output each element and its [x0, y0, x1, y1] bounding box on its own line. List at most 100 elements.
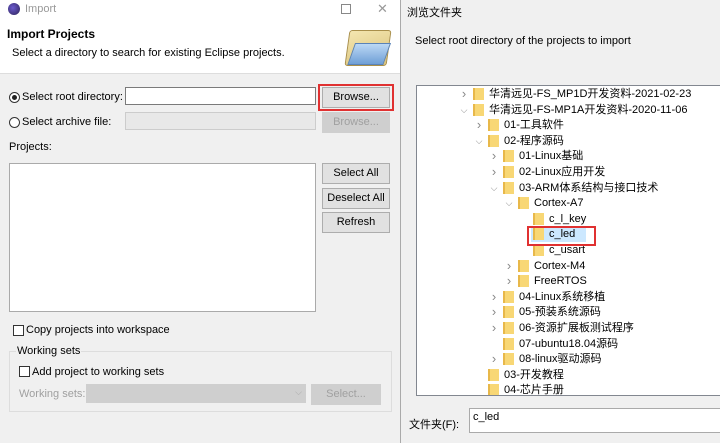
folder-icon [503, 150, 514, 163]
folder-icon [488, 384, 499, 395]
import-dialog: Import ✕ Import Projects Select a direct… [0, 0, 401, 443]
tree-item[interactable]: › Cortex-M4 [417, 258, 720, 274]
wizard-header: Import Projects Select a directory to se… [0, 18, 400, 74]
instruction-text: Select root directory of the projects to… [415, 35, 631, 47]
chevron-right-icon[interactable]: › [489, 320, 499, 336]
root-directory-label: Select root directory: [22, 91, 123, 103]
window-title: Import [25, 3, 57, 15]
tree-item-label: FreeRTOS [534, 275, 587, 288]
eclipse-icon [8, 3, 20, 15]
folder-icon [503, 322, 514, 334]
tree-item-label: 03-开发教程 [504, 368, 564, 381]
dialog-title: 浏览文件夹 [407, 7, 462, 19]
working-sets-group-label: Working sets [16, 345, 82, 357]
chevron-down-icon[interactable]: ⌵ [459, 102, 469, 118]
folder-icon [488, 134, 499, 147]
chevron-right-icon[interactable]: › [459, 86, 469, 102]
folder-icon [518, 259, 529, 272]
folder-icon [518, 197, 529, 210]
chevron-right-icon[interactable]: › [474, 117, 484, 133]
root-directory-input[interactable] [125, 87, 316, 105]
archive-file-label: Select archive file: [22, 116, 112, 128]
chevron-right-icon[interactable]: › [504, 258, 514, 274]
tree-item-label: 05-预装系统源码 [519, 306, 601, 319]
chevron-right-icon[interactable]: › [489, 164, 499, 180]
page-description: Select a directory to search for existin… [12, 47, 285, 59]
page-title: Import Projects [7, 27, 96, 41]
tree-item-label: 01-工具软件 [504, 119, 564, 132]
folder-input[interactable] [469, 408, 720, 433]
folder-icon [473, 103, 484, 116]
chevron-down-icon: ⌵ [295, 387, 302, 397]
tree-item[interactable]: ⌵ Cortex-A7 [417, 195, 720, 211]
tree-item[interactable]: › 01-工具软件 [417, 117, 720, 133]
tree-item-label: 02-Linux应用开发 [519, 166, 606, 178]
archive-file-radio[interactable] [9, 117, 20, 128]
tree-item-label: 04-Linux系统移植 [519, 290, 606, 303]
tree-item[interactable]: › 01-Linux基础 [417, 148, 720, 164]
chevron-down-icon[interactable]: ⌵ [504, 195, 514, 211]
tree-item-label: 02-程序源码 [504, 134, 564, 147]
copy-projects-label: Copy projects into workspace [26, 324, 170, 336]
add-working-sets-checkbox[interactable] [19, 366, 30, 377]
tree-item[interactable]: › FreeRTOS [417, 273, 720, 289]
folder-label: 文件夹(F): [409, 419, 460, 431]
tree-item-label: 华清远见-FS-MP1A开发资料-2020-11-06 [489, 103, 688, 116]
title-bar: Import ✕ [0, 0, 400, 18]
tree-item-label: 01-Linux基础 [519, 150, 584, 163]
maximize-button[interactable] [341, 4, 351, 14]
tree-item[interactable]: › 04-Linux系统移植 [417, 289, 720, 305]
tree-item[interactable]: ⌵ 03-ARM体系结构与接口技术 [417, 180, 720, 196]
tree-item[interactable]: › 08-linux驱动源码 [417, 351, 720, 367]
close-icon[interactable]: ✕ [377, 1, 388, 17]
deselect-all-button[interactable]: Deselect All [322, 188, 390, 209]
tree-item[interactable]: › 02-Linux应用开发 [417, 164, 720, 180]
chevron-right-icon[interactable]: › [489, 304, 499, 320]
folder-icon [503, 181, 514, 194]
tree-item[interactable]: › 05-预装系统源码 [417, 304, 720, 320]
chevron-down-icon[interactable]: ⌵ [489, 180, 499, 196]
working-sets-dropdown: ⌵ [86, 384, 306, 403]
folder-icon [473, 88, 484, 100]
tree-item-label: 华清远见-FS_MP1D开发资料-2021-02-23 [489, 88, 692, 100]
tree-item[interactable]: 07-ubuntu18.04源码 [417, 336, 720, 352]
copy-projects-checkbox[interactable] [13, 325, 24, 336]
folder-icon [533, 212, 544, 225]
folder-icon [503, 353, 514, 366]
folder-icon [503, 290, 514, 303]
browse-archive-button: Browse... [322, 112, 390, 133]
working-sets-label: Working sets: [19, 388, 86, 400]
archive-file-input [125, 112, 316, 130]
tree-item[interactable]: ⌵ 02-程序源码 [417, 133, 720, 149]
root-directory-radio[interactable] [9, 92, 20, 103]
tree-item[interactable]: c_l_key [417, 211, 720, 227]
tree-item[interactable]: ⌵ 华清远见-FS-MP1A开发资料-2020-11-06 [417, 102, 720, 118]
select-all-button[interactable]: Select All [322, 163, 390, 184]
add-working-sets-label: Add project to working sets [32, 366, 165, 378]
tree-item-label: 08-linux驱动源码 [519, 353, 602, 366]
chevron-right-icon[interactable]: › [489, 148, 499, 164]
tree-item[interactable]: 03-开发教程 [417, 367, 720, 383]
projects-list[interactable] [9, 163, 316, 312]
chevron-right-icon[interactable]: › [489, 289, 499, 305]
tree-item[interactable]: 04-芯片手册 [417, 382, 720, 395]
chevron-down-icon[interactable]: ⌵ [474, 133, 484, 149]
projects-label: Projects: [9, 141, 52, 153]
chevron-right-icon[interactable]: › [504, 273, 514, 289]
tree-item[interactable]: › 华清远见-FS_MP1D开发资料-2021-02-23 [417, 86, 720, 102]
folder-icon [503, 337, 514, 350]
tree-item-label: 07-ubuntu18.04源码 [519, 337, 619, 350]
folder-icon [503, 166, 514, 178]
highlight-box [318, 84, 394, 111]
refresh-button[interactable]: Refresh [322, 212, 390, 233]
tree-item-label: 06-资源扩展板测试程序 [519, 322, 634, 334]
chevron-right-icon[interactable]: › [489, 351, 499, 367]
select-working-sets-button: Select... [311, 384, 381, 405]
tree-item-label: Cortex-A7 [534, 197, 584, 210]
tree-item[interactable]: › 06-资源扩展板测试程序 [417, 320, 720, 336]
folder-open-icon [344, 30, 392, 66]
tree-item-label: Cortex-M4 [534, 259, 586, 272]
tree-item-label: 03-ARM体系结构与接口技术 [519, 181, 659, 194]
folder-icon [488, 119, 499, 132]
folder-icon [518, 275, 529, 288]
